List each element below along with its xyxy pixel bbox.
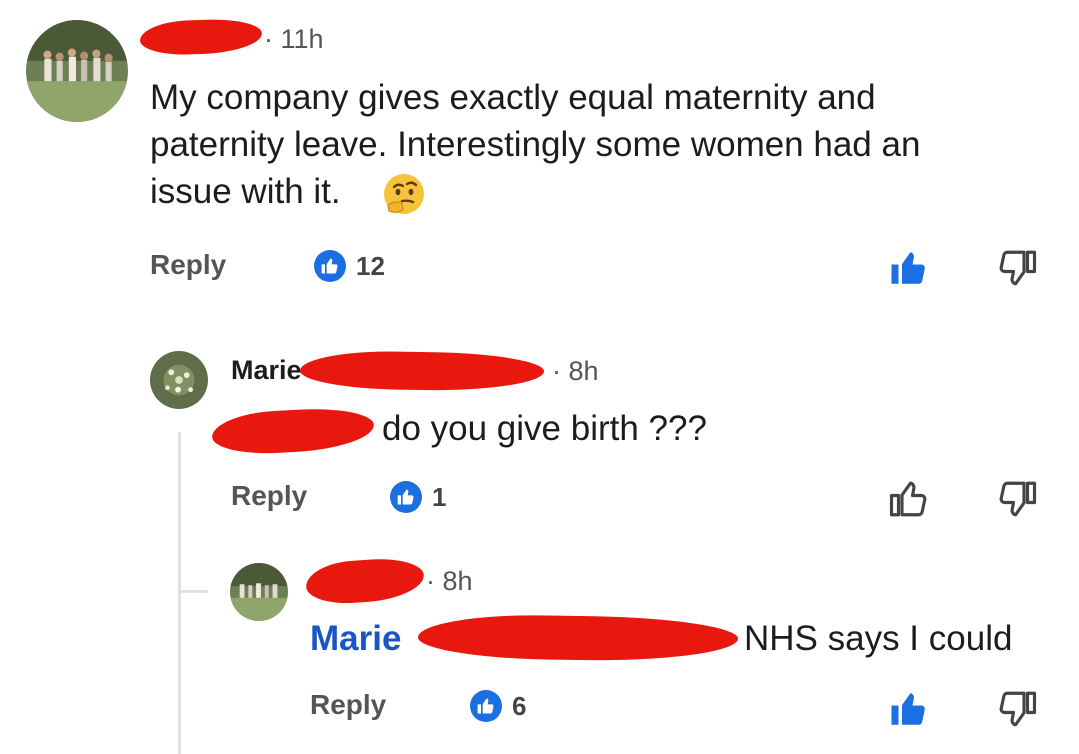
like-count[interactable]: 1 [390, 481, 446, 513]
comment-line: paternity leave. Interestingly some wome… [150, 125, 921, 164]
reply-button[interactable]: Reply [150, 249, 226, 281]
comment-text: Marie [310, 615, 401, 662]
avatar[interactable] [150, 351, 208, 409]
like-count[interactable]: 6 [470, 690, 526, 722]
comment-timestamp: · 8h [552, 356, 599, 386]
comment-line: NHS says I could [744, 619, 1013, 658]
redacted-mention [417, 613, 739, 663]
avatar[interactable] [26, 20, 128, 122]
like-badge-icon [314, 250, 346, 282]
thumbs-up-icon[interactable] [888, 688, 930, 730]
comment-line: issue with it. [150, 172, 341, 211]
thread-line [178, 432, 181, 754]
reply-button[interactable]: Reply [310, 689, 386, 721]
thumbs-down-icon[interactable] [996, 478, 1038, 520]
comment-author[interactable]: Marie [231, 355, 302, 386]
thumbs-up-icon[interactable] [888, 247, 930, 289]
like-count-value: 12 [356, 250, 385, 281]
thumbs-down-icon[interactable] [996, 688, 1038, 730]
like-badge-icon [390, 481, 422, 513]
comment-line: My company gives exactly equal maternity… [150, 78, 876, 117]
like-count-value: 6 [512, 690, 527, 721]
comment-text: My company gives exactly equal maternity… [150, 74, 1050, 215]
redacted-name [139, 17, 263, 57]
thumbs-up-icon[interactable] [888, 478, 930, 520]
thread-branch [178, 590, 208, 593]
reply-button[interactable]: Reply [231, 480, 307, 512]
mention-link[interactable]: Marie [310, 619, 401, 658]
avatar[interactable] [230, 563, 288, 621]
comment-text: NHS says I could [744, 615, 1012, 662]
comment-line: do you give birth ??? [382, 409, 707, 448]
comment-timestamp: · 11h [264, 24, 324, 54]
like-badge-icon [470, 690, 502, 722]
thumbs-down-icon[interactable] [996, 247, 1038, 289]
redacted-name [304, 555, 426, 607]
like-count-value: 1 [432, 481, 447, 512]
comment-timestamp: · 8h [426, 566, 473, 596]
comment-text: do you give birth ??? [382, 405, 707, 452]
like-count[interactable]: 12 [314, 250, 385, 282]
thinking-face-icon [382, 172, 426, 216]
redacted-name [299, 349, 545, 393]
redacted-mention [211, 405, 375, 457]
